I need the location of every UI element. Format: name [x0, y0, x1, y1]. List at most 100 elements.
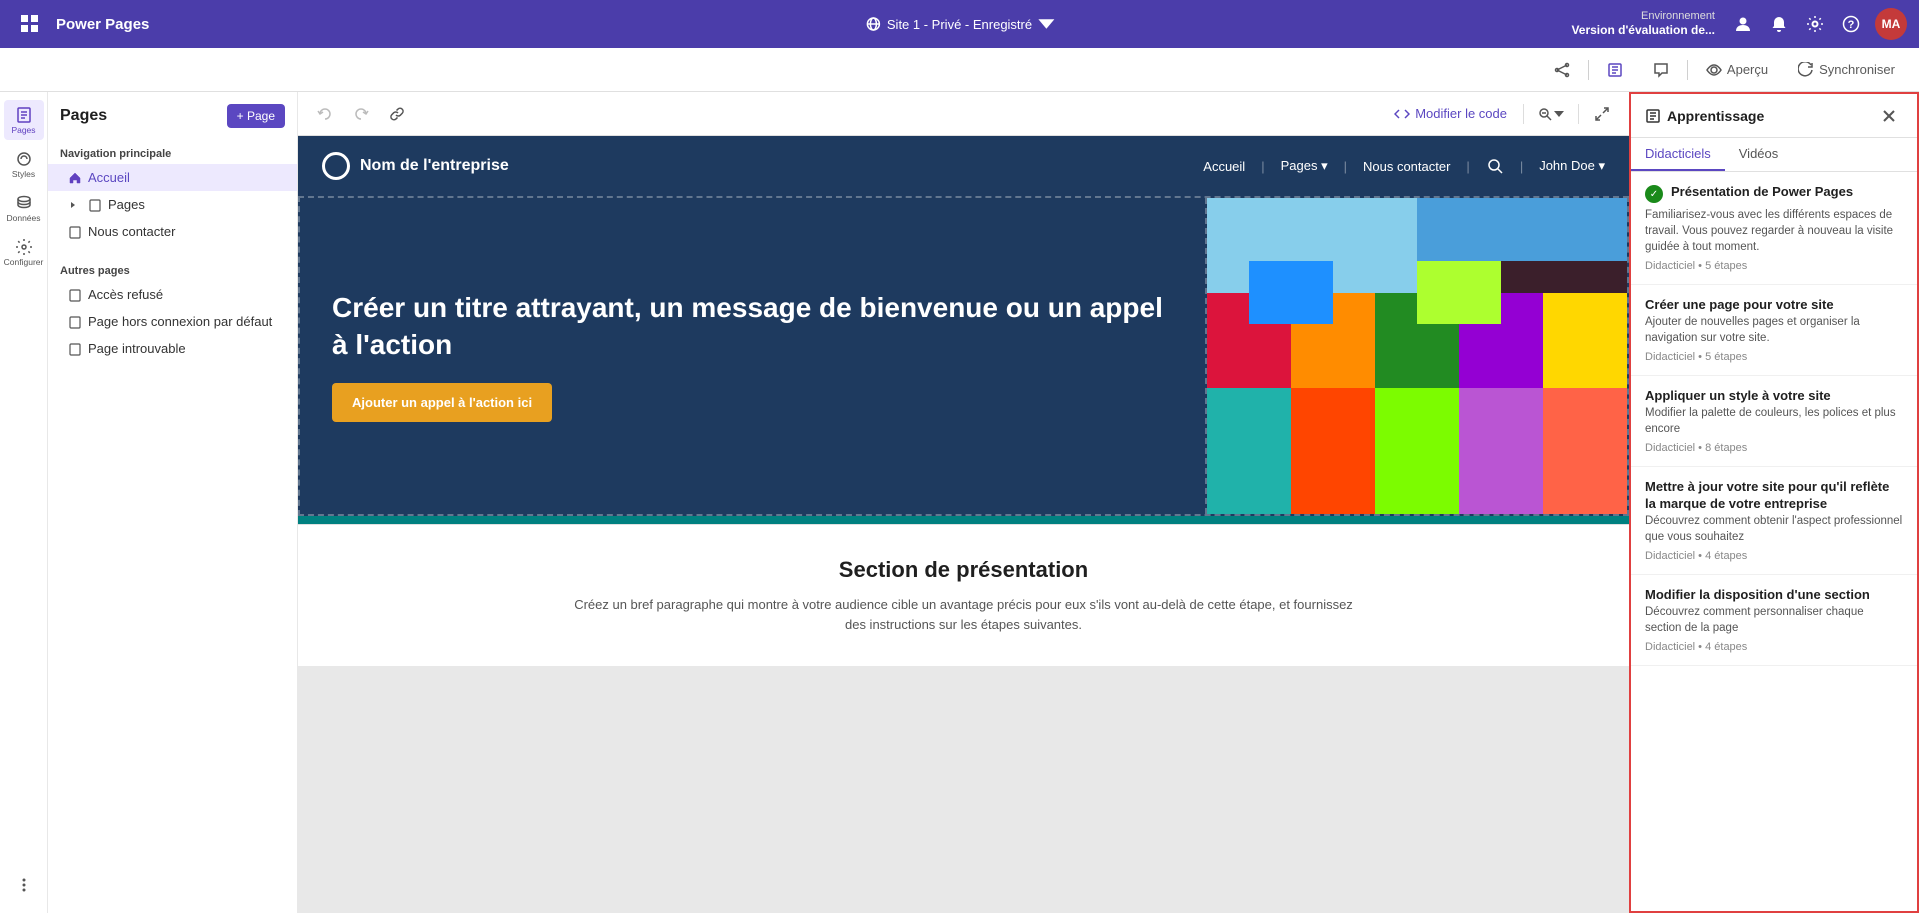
learn-item-meta-0: Didacticiel • 5 étapes	[1645, 260, 1903, 272]
pages-panel-header: Pages + Page	[48, 104, 297, 140]
modify-code-btn[interactable]: Modifier le code	[1386, 102, 1515, 126]
nav-contact-link[interactable]: Nous contacter	[1363, 159, 1450, 174]
website-canvas: Nom de l'entreprise Accueil | Pages ▾ | …	[298, 136, 1629, 666]
nav-accueil[interactable]: Accueil •••	[48, 164, 297, 191]
learning-panel-title: Apprentissage	[1645, 108, 1764, 124]
nav-accueil-link[interactable]: Accueil	[1203, 159, 1245, 174]
undo-btn[interactable]	[310, 99, 340, 129]
expand-icon[interactable]	[68, 200, 82, 210]
learn-item-4[interactable]: Modifier la disposition d'une section Dé…	[1631, 575, 1917, 666]
help-btn[interactable]: ?	[1835, 8, 1867, 40]
top-bar: Power Pages Site 1 - Privé - Enregistré …	[0, 0, 1919, 48]
learning-panel: Apprentissage Didacticiels Vidéos ✓ Prés…	[1629, 92, 1919, 913]
nav-page-hors-connexion-label: Page hors connexion par défaut	[88, 314, 272, 329]
tab-tutorials-label: Didacticiels	[1645, 146, 1711, 161]
learn-item-0[interactable]: ✓ Présentation de Power Pages Familiaris…	[1631, 172, 1917, 285]
nav-data[interactable]: Données	[4, 188, 44, 228]
nav-page-introuvable[interactable]: Page introuvable	[48, 335, 297, 362]
pages-panel: Pages + Page Navigation principale Accue…	[48, 92, 298, 913]
learn-item-meta-3: Didacticiel • 4 étapes	[1645, 550, 1903, 562]
tab-videos[interactable]: Vidéos	[1725, 138, 1793, 171]
site-nav-links: Accueil | Pages ▾ | Nous contacter | | J…	[1203, 157, 1605, 175]
top-bar-right: Environnement Version d'évaluation de...…	[1571, 8, 1907, 40]
nav-data-label: Données	[6, 214, 40, 223]
app-title: Power Pages	[56, 16, 149, 33]
learn-item-meta-2: Didacticiel • 8 étapes	[1645, 442, 1903, 454]
panel-title-text: Apprentissage	[1667, 108, 1764, 124]
nav-configure[interactable]: Configurer	[4, 232, 44, 272]
nav-sep-1: |	[1261, 159, 1264, 174]
share-btn[interactable]	[1542, 54, 1582, 86]
nav-styles[interactable]: Styles	[4, 144, 44, 184]
nav-sep-4: |	[1520, 159, 1523, 174]
zoom-control[interactable]	[1532, 107, 1570, 121]
learn-item-1[interactable]: Créer une page pour votre site Ajouter d…	[1631, 285, 1917, 376]
nav-acces-refuse[interactable]: Accès refusé	[48, 281, 297, 308]
env-label: Environnement	[1571, 9, 1715, 23]
section-title: Section de présentation	[330, 557, 1597, 583]
book-icon-btn[interactable]	[1595, 54, 1635, 86]
learn-item-title-1: Créer une page pour votre site	[1645, 297, 1903, 314]
nav-sep-3: |	[1466, 159, 1469, 174]
hero-section: Créer un titre attrayant, un message de …	[298, 196, 1629, 516]
nav-nous-contacter-label: Nous contacter	[88, 224, 175, 239]
main-canvas-area: Modifier le code Nom de l'entreprise	[298, 92, 1629, 913]
site-nav: Nom de l'entreprise Accueil | Pages ▾ | …	[298, 136, 1629, 196]
pages-panel-title: Pages	[60, 107, 107, 125]
modify-code-label: Modifier le code	[1415, 106, 1507, 121]
add-page-button[interactable]: + Page	[227, 104, 285, 128]
learning-panel-header: Apprentissage	[1631, 94, 1917, 138]
comment-btn[interactable]	[1641, 54, 1681, 86]
nav-other-section: Autres pages	[48, 257, 297, 281]
learn-item-2[interactable]: Appliquer un style à votre site Modifier…	[1631, 376, 1917, 467]
check-icon-0: ✓	[1645, 185, 1663, 203]
sync-btn[interactable]: Synchroniser	[1786, 54, 1907, 86]
learn-item-3[interactable]: Mettre à jour votre site pour qu'il refl…	[1631, 467, 1917, 575]
nav-more[interactable]	[4, 865, 44, 905]
nav-sep-2: |	[1344, 159, 1347, 174]
main-layout: Pages Styles Données Configurer Pages + …	[0, 92, 1919, 913]
user-avatar[interactable]: MA	[1875, 8, 1907, 40]
learn-item-meta-1: Didacticiel • 5 étapes	[1645, 351, 1903, 363]
nav-main-section: Navigation principale	[48, 140, 297, 164]
learn-item-meta-4: Didacticiel • 4 étapes	[1645, 641, 1903, 653]
notification-btn[interactable]	[1763, 8, 1795, 40]
preview-btn[interactable]: Aperçu	[1694, 54, 1780, 86]
section-desc: Créez un bref paragraphe qui montre à vo…	[564, 595, 1364, 634]
nav-configure-label: Configurer	[4, 258, 44, 267]
tab-videos-label: Vidéos	[1739, 146, 1779, 161]
hero-title: Créer un titre attrayant, un message de …	[332, 290, 1173, 363]
site-logo-circle	[322, 152, 350, 180]
learn-item-title-3: Mettre à jour votre site pour qu'il refl…	[1645, 479, 1903, 513]
learn-item-desc-3: Découvrez comment obtenir l'aspect profe…	[1645, 513, 1903, 545]
nav-page-hors-connexion[interactable]: Page hors connexion par défaut	[48, 308, 297, 335]
learn-item-desc-1: Ajouter de nouvelles pages et organiser …	[1645, 314, 1903, 346]
hero-left: Créer un titre attrayant, un message de …	[300, 198, 1207, 514]
site-info-bar: Site 1 - Privé - Enregistré	[865, 16, 1054, 32]
toolbar-right: Aperçu Synchroniser	[1542, 54, 1907, 86]
settings-btn[interactable]	[1799, 8, 1831, 40]
fullscreen-btn[interactable]	[1587, 99, 1617, 129]
section-preview: Section de présentation Créez un bref pa…	[298, 524, 1629, 666]
nav-pages[interactable]: Pages	[4, 100, 44, 140]
env-name: Version d'évaluation de...	[1571, 23, 1715, 39]
hero-image-container	[1207, 198, 1627, 514]
hero-cta-label: Ajouter un appel à l'action ici	[352, 395, 532, 410]
nav-nous-contacter[interactable]: Nous contacter	[48, 218, 297, 245]
canvas-right-tools: Modifier le code	[1386, 99, 1617, 129]
site-logo: Nom de l'entreprise	[322, 152, 509, 180]
nav-user-link[interactable]: John Doe ▾	[1539, 158, 1605, 174]
apps-button[interactable]	[12, 6, 48, 42]
nav-acces-refuse-label: Accès refusé	[88, 287, 163, 302]
nav-pages-link[interactable]: Pages ▾	[1281, 158, 1328, 174]
close-panel-btn[interactable]	[1875, 102, 1903, 130]
nav-pages-item[interactable]: Pages	[48, 191, 297, 218]
tab-tutorials[interactable]: Didacticiels	[1631, 138, 1725, 171]
redo-btn[interactable]	[346, 99, 376, 129]
hero-cta-btn[interactable]: Ajouter un appel à l'action ici	[332, 383, 552, 422]
site-name: Site 1 - Privé - Enregistré	[887, 17, 1032, 32]
person-icon-btn[interactable]	[1727, 8, 1759, 40]
link-btn[interactable]	[382, 99, 412, 129]
avatar-initials: MA	[1882, 17, 1901, 31]
nav-styles-label: Styles	[12, 170, 35, 179]
